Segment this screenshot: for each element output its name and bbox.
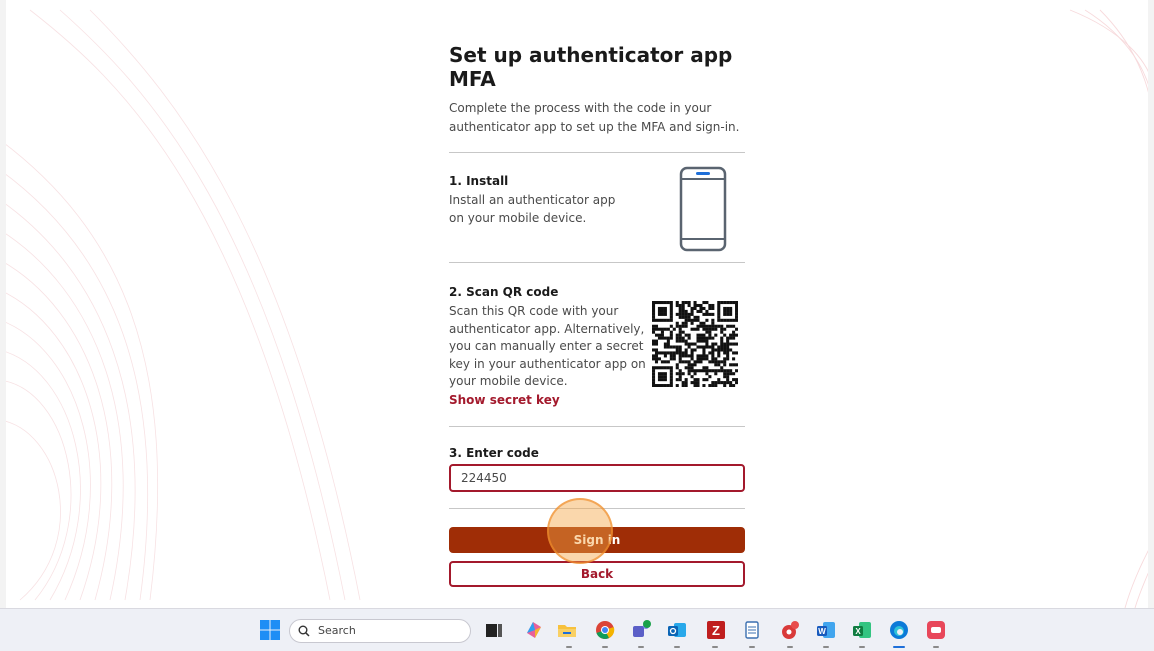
- step-install-text: Install an authenticator app on your mob…: [449, 193, 616, 225]
- running-indicator: [566, 646, 572, 648]
- svg-text:X: X: [855, 627, 861, 636]
- running-indicator: [602, 646, 608, 648]
- running-indicator: [823, 646, 829, 648]
- smartphone-icon: [679, 166, 727, 252]
- taskbar-search-placeholder: Search: [318, 624, 356, 637]
- step-scan-text: Scan this QR code with your authenticato…: [449, 304, 646, 388]
- running-indicator: [674, 646, 680, 648]
- sign-in-button[interactable]: Sign in: [449, 527, 745, 553]
- verification-code-input[interactable]: [449, 464, 745, 492]
- running-indicator: [749, 646, 755, 648]
- screen-edge-left: [0, 0, 6, 608]
- step-enter-title: 3. Enter code: [449, 446, 539, 460]
- svg-text:W: W: [818, 627, 826, 636]
- excel-icon[interactable]: X: [851, 619, 873, 641]
- divider: [449, 152, 745, 153]
- word-icon[interactable]: W: [815, 619, 837, 641]
- active-window-indicator: [893, 646, 905, 648]
- filezilla-icon[interactable]: Z: [705, 619, 727, 641]
- divider: [449, 262, 745, 263]
- divider: [449, 426, 745, 427]
- qr-code: [652, 301, 738, 387]
- outlook-icon[interactable]: [666, 619, 688, 641]
- taskbar: Search Z W X: [0, 608, 1154, 651]
- running-indicator: [638, 646, 644, 648]
- search-icon: [298, 625, 310, 637]
- page-intro: Complete the process with the code in yo…: [449, 101, 740, 134]
- show-secret-key-link[interactable]: Show secret key: [449, 393, 560, 407]
- page-title: Set up authenticator app MFA: [449, 43, 733, 91]
- copilot-icon[interactable]: [523, 619, 545, 641]
- windows-start-icon[interactable]: [259, 619, 281, 641]
- back-button[interactable]: Back: [449, 561, 745, 587]
- svg-text:Z: Z: [712, 623, 720, 638]
- running-indicator: [859, 646, 865, 648]
- running-indicator: [933, 646, 939, 648]
- app-red-icon[interactable]: [925, 619, 947, 641]
- step-install-title: 1. Install: [449, 174, 509, 188]
- step-scan-title: 2. Scan QR code: [449, 285, 559, 299]
- divider: [449, 508, 745, 509]
- running-indicator: [787, 646, 793, 648]
- teams-icon[interactable]: [630, 619, 652, 641]
- app-icon[interactable]: [779, 619, 801, 641]
- task-view-icon[interactable]: [483, 619, 505, 641]
- edge-icon[interactable]: [888, 619, 910, 641]
- notepad-icon[interactable]: [741, 619, 763, 641]
- chrome-icon[interactable]: [594, 619, 616, 641]
- screen-edge-right: [1148, 0, 1154, 608]
- taskbar-search[interactable]: Search: [289, 619, 471, 643]
- running-indicator: [712, 646, 718, 648]
- file-explorer-icon[interactable]: [556, 619, 578, 641]
